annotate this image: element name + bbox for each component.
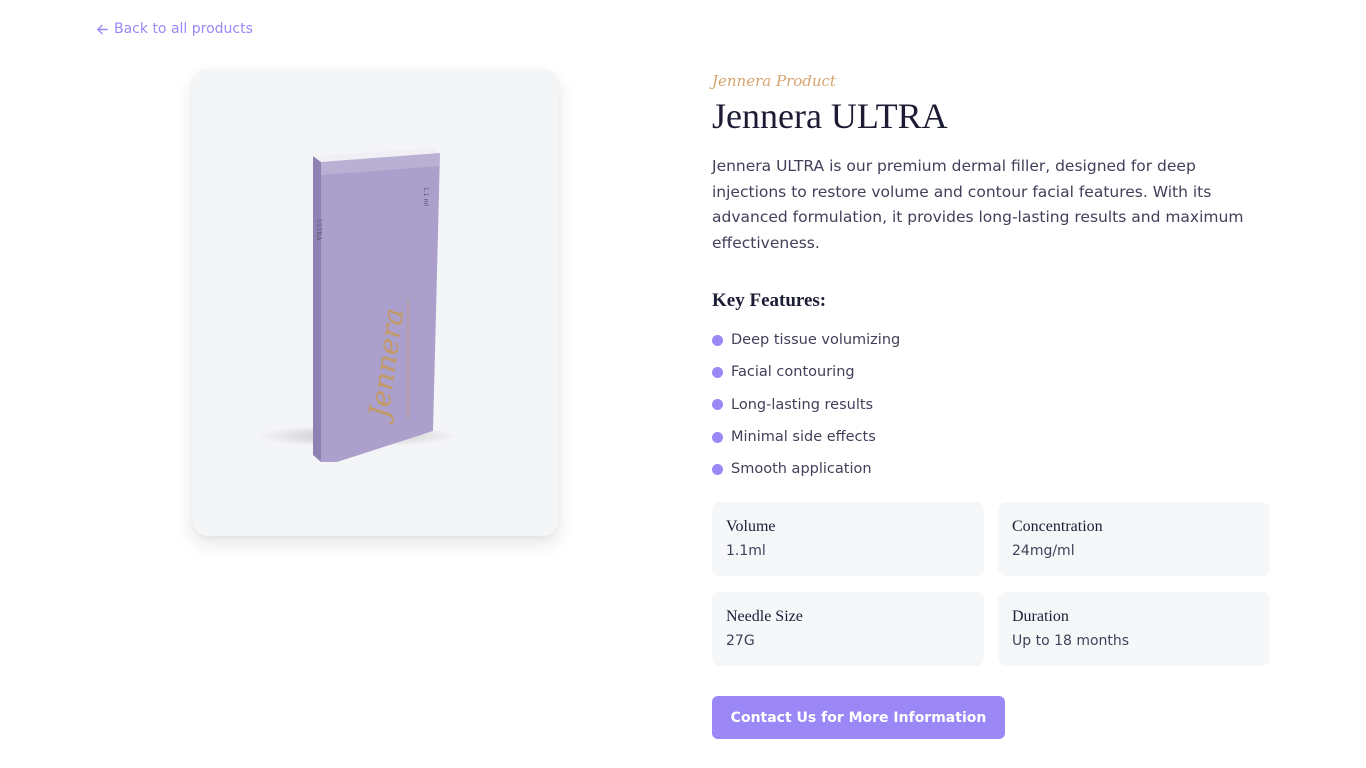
product-details: Jennera Product Jennera ULTRA Jennera UL… bbox=[712, 70, 1272, 485]
product-image-card: ULTRA 1.1 ml Jennera bbox=[192, 69, 559, 536]
spec-label: Needle Size bbox=[726, 608, 803, 625]
product-image: ULTRA 1.1 ml Jennera bbox=[257, 148, 457, 462]
feature-item: Deep tissue volumizing bbox=[712, 324, 1272, 356]
feature-label: Smooth application bbox=[731, 461, 872, 478]
feature-label: Minimal side effects bbox=[731, 429, 876, 446]
product-specs-grid: Volume 1.1ml Concentration 24mg/ml Needl… bbox=[712, 502, 1270, 666]
spec-card-needle-size: Needle Size 27G bbox=[712, 592, 984, 666]
product-eyebrow: Jennera Product bbox=[712, 72, 836, 90]
spec-value: 24mg/ml bbox=[1012, 543, 1075, 559]
bullet-dot-icon bbox=[712, 366, 723, 378]
box-volume-text: 1.1 ml bbox=[422, 187, 429, 206]
spec-card-volume: Volume 1.1ml bbox=[712, 502, 984, 576]
feature-item: Minimal side effects bbox=[712, 421, 1272, 453]
key-features-list: Deep tissue volumizing Facial contouring… bbox=[712, 324, 1272, 485]
key-features-heading: Key Features: bbox=[712, 290, 827, 311]
bullet-dot-icon bbox=[712, 399, 723, 411]
product-title: Jennera ULTRA bbox=[712, 96, 948, 136]
box-side-face bbox=[313, 156, 321, 462]
contact-us-button[interactable]: Contact Us for More Information bbox=[712, 696, 1005, 739]
spec-card-concentration: Concentration 24mg/ml bbox=[998, 502, 1270, 576]
feature-label: Deep tissue volumizing bbox=[731, 332, 901, 349]
arrow-left-icon bbox=[97, 24, 108, 34]
bullet-dot-icon bbox=[712, 334, 723, 346]
back-to-products-link[interactable]: Back to all products bbox=[96, 19, 253, 39]
feature-item: Smooth application bbox=[712, 453, 1272, 485]
feature-label: Facial contouring bbox=[731, 364, 855, 381]
spec-label: Volume bbox=[726, 518, 776, 535]
feature-item: Long-lasting results bbox=[712, 389, 1272, 421]
back-link-label: Back to all products bbox=[114, 21, 253, 37]
box-side-text: ULTRA bbox=[315, 219, 322, 241]
spec-value: 1.1ml bbox=[726, 543, 766, 559]
feature-label: Long-lasting results bbox=[731, 396, 874, 413]
bullet-dot-icon bbox=[712, 463, 723, 475]
bullet-dot-icon bbox=[712, 431, 723, 443]
spec-value: Up to 18 months bbox=[1012, 633, 1130, 649]
feature-item: Facial contouring bbox=[712, 356, 1272, 388]
spec-label: Duration bbox=[1012, 608, 1069, 625]
spec-card-duration: Duration Up to 18 months bbox=[998, 592, 1270, 666]
spec-value: 27G bbox=[726, 633, 755, 649]
spec-label: Concentration bbox=[1012, 518, 1103, 535]
product-description: Jennera ULTRA is our premium dermal fill… bbox=[712, 157, 1244, 252]
